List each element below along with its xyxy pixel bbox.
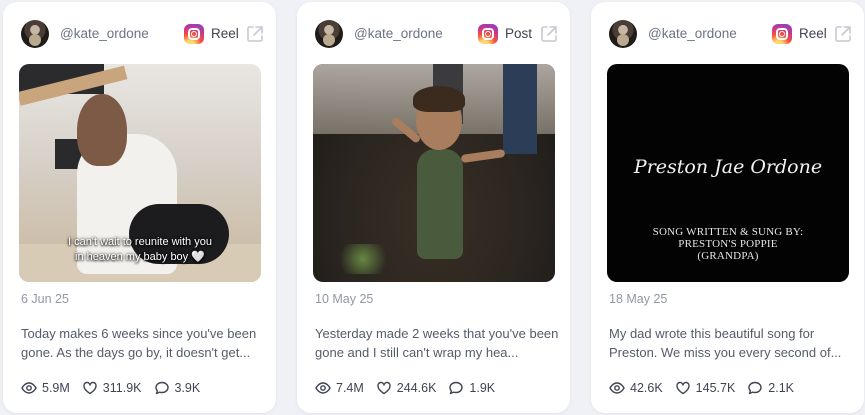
avatar[interactable]	[315, 20, 343, 48]
post-thumbnail[interactable]: Preston Jae Ordone SONG WRITTEN & SUNG B…	[607, 64, 849, 282]
eye-icon	[609, 382, 625, 394]
comments-count: 3.9K	[174, 381, 201, 395]
instagram-icon	[772, 24, 792, 44]
author-handle[interactable]: @kate_ordone	[60, 26, 149, 41]
post-card[interactable]: @kate_ordone Reel I can't wait to reunit…	[3, 2, 276, 413]
comments-count: 1.9K	[469, 381, 496, 395]
video-title-text: Preston Jae Ordone	[633, 156, 823, 178]
post-stats: 42.6K 145.7K 2.1K	[609, 379, 806, 397]
likes-count: 145.7K	[695, 381, 736, 395]
video-credit-line: PRESTON'S POPPIE	[678, 238, 778, 250]
eye-icon	[21, 382, 37, 394]
instagram-icon	[478, 24, 498, 44]
likes-stat: 244.6K	[376, 380, 437, 396]
post-date: 6 Jun 25	[21, 292, 69, 306]
post-stats: 7.4M 244.6K 1.9K	[315, 379, 507, 397]
post-caption: Yesterday made 2 weeks that you've been …	[315, 326, 559, 360]
external-link-icon[interactable]	[245, 24, 265, 44]
comments-stat: 2.1K	[747, 380, 794, 396]
comments-stat: 3.9K	[154, 380, 201, 396]
video-credit-line: SONG WRITTEN & SUNG BY:	[652, 226, 804, 238]
author-handle[interactable]: @kate_ordone	[354, 26, 443, 41]
post-type-label: Reel	[799, 26, 827, 41]
comment-icon	[154, 381, 169, 395]
likes-stat: 311.9K	[82, 380, 142, 396]
comment-icon	[449, 381, 464, 395]
heart-icon	[83, 381, 97, 395]
likes-count: 311.9K	[102, 381, 142, 395]
post-type-label: Post	[505, 26, 533, 41]
post-stats: 5.9M 311.9K 3.9K	[21, 379, 212, 397]
likes-count: 244.6K	[396, 381, 437, 395]
comment-icon	[748, 381, 762, 395]
card-header: @kate_ordone Reel	[609, 18, 853, 52]
video-caption-line: in heaven my baby boy 🤍	[75, 251, 205, 263]
post-date: 10 May 25	[315, 292, 374, 306]
post-date: 18 May 25	[609, 292, 668, 306]
post-caption: My dad wrote this beautiful song for Pre…	[609, 326, 842, 360]
views-count: 5.9M	[42, 381, 70, 395]
post-thumbnail[interactable]: I can't wait to reunite with you in heav…	[19, 64, 261, 282]
views-stat: 42.6K	[609, 380, 663, 396]
external-link-icon[interactable]	[539, 24, 559, 44]
video-caption-line: I can't wait to reunite with you	[68, 236, 212, 248]
post-caption: Today makes 6 weeks since you've been go…	[21, 326, 257, 360]
video-credit-line: (GRANDPA)	[697, 250, 759, 262]
external-link-icon[interactable]	[833, 24, 853, 44]
views-stat: 7.4M	[315, 380, 364, 396]
card-header: @kate_ordone Post	[315, 18, 559, 52]
post-type-label: Reel	[211, 26, 239, 41]
post-card[interactable]: @kate_ordone Post 10 May 25 Yesterday ma…	[297, 2, 570, 413]
likes-stat: 145.7K	[675, 380, 736, 396]
comments-stat: 1.9K	[448, 380, 495, 396]
heart-icon	[675, 381, 690, 395]
post-thumbnail[interactable]	[313, 64, 555, 282]
avatar[interactable]	[21, 20, 49, 48]
avatar[interactable]	[609, 20, 637, 48]
card-header: @kate_ordone Reel	[21, 18, 265, 52]
author-handle[interactable]: @kate_ordone	[648, 26, 737, 41]
comments-count: 2.1K	[768, 381, 795, 395]
post-card[interactable]: @kate_ordone Reel Preston Jae Ordone SON…	[591, 2, 864, 413]
eye-icon	[315, 382, 331, 394]
views-count: 42.6K	[630, 381, 663, 395]
views-stat: 5.9M	[21, 380, 70, 396]
views-count: 7.4M	[336, 381, 364, 395]
instagram-icon	[184, 24, 204, 44]
heart-icon	[377, 381, 391, 395]
